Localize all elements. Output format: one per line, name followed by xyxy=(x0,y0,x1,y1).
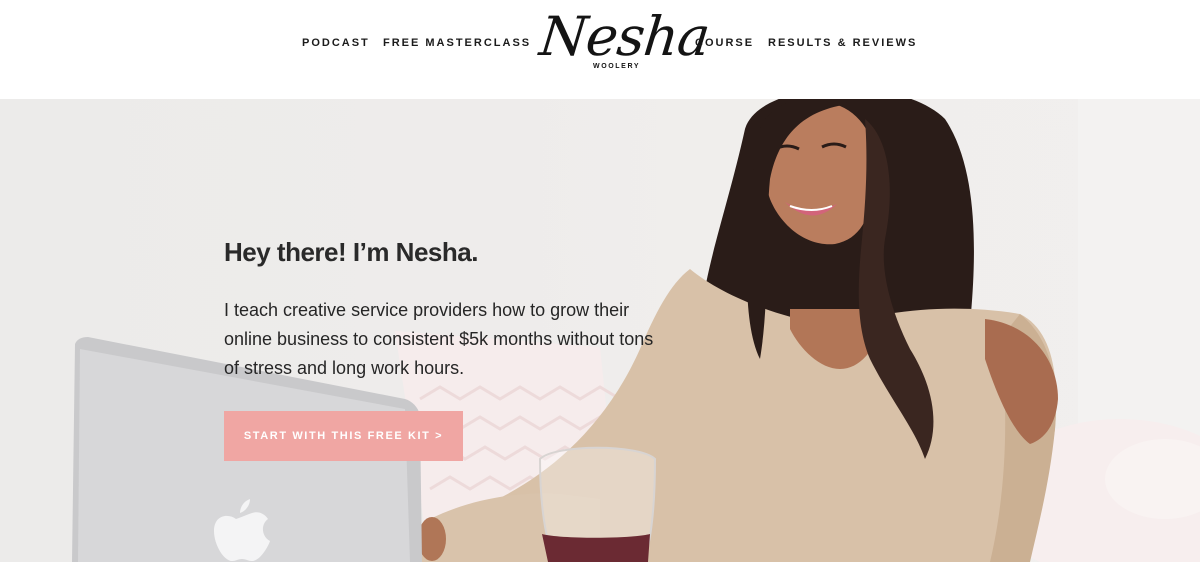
hero-description: I teach creative service providers how t… xyxy=(224,300,654,378)
page: PODCAST FREE MASTERCLASS Nesha WOOLERY C… xyxy=(0,0,1200,562)
hero-section: Hey there! I’m Nesha. I teach creative s… xyxy=(0,99,1200,562)
nav-results-reviews[interactable]: RESULTS & REVIEWS xyxy=(768,37,917,49)
logo-subtitle: WOOLERY xyxy=(593,63,641,70)
logo[interactable]: Nesha WOOLERY xyxy=(536,4,713,84)
nav-podcast[interactable]: PODCAST xyxy=(302,37,370,49)
hero-title: Hey there! I’m Nesha. xyxy=(224,237,478,267)
site-header: PODCAST FREE MASTERCLASS Nesha WOOLERY C… xyxy=(0,0,1200,99)
nav-course[interactable]: COURSE xyxy=(695,37,754,49)
nav-free-masterclass[interactable]: FREE MASTERCLASS xyxy=(383,37,531,49)
logo-script: Nesha xyxy=(536,5,713,68)
free-kit-button[interactable]: START WITH THIS FREE KIT > xyxy=(224,411,463,461)
